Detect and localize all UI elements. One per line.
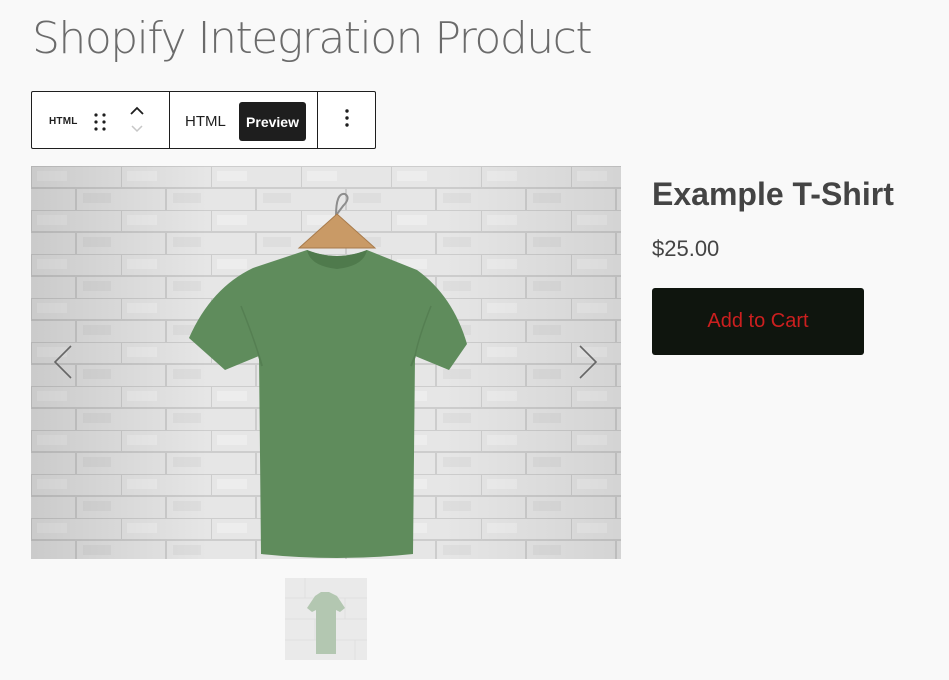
product-image-gallery	[31, 166, 621, 559]
block-toolbar: HTML HTML Preview	[31, 91, 376, 149]
block-type-label[interactable]: HTML	[49, 116, 78, 127]
gallery-thumbnail[interactable]	[285, 578, 367, 660]
block-toolbar-group-options	[317, 92, 375, 148]
tab-html[interactable]: HTML	[185, 113, 226, 130]
chevron-left-icon[interactable]	[51, 344, 75, 385]
chevron-up-icon[interactable]	[129, 104, 145, 120]
more-vertical-icon[interactable]	[344, 108, 350, 133]
chevron-down-icon[interactable]	[129, 120, 145, 136]
drag-handle-icon[interactable]	[93, 112, 107, 137]
product-image	[31, 166, 621, 559]
block-mover	[129, 104, 145, 138]
tab-preview[interactable]: Preview	[239, 102, 306, 141]
chevron-right-icon[interactable]	[576, 344, 600, 385]
page-title: Shopify Integration Product	[32, 13, 593, 64]
add-to-cart-button[interactable]: Add to Cart	[652, 288, 864, 355]
product-price: $25.00	[652, 236, 720, 261]
block-toolbar-group-block: HTML	[32, 92, 169, 148]
block-toolbar-group-tabs: HTML Preview	[169, 92, 317, 148]
product-title: Example T-Shirt	[652, 176, 894, 212]
